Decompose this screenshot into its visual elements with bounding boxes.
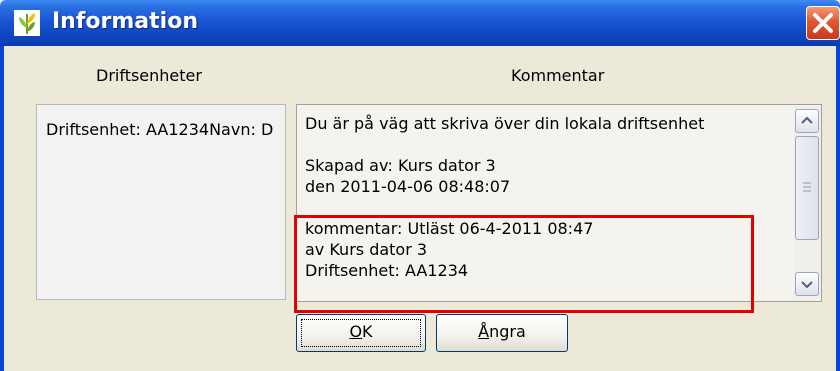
cancel-label-rest: ngra [489,322,526,341]
close-button[interactable] [806,6,840,40]
chevron-down-icon [801,281,813,289]
list-item[interactable]: Driftsenhet: AA1234Navn: D [46,120,273,139]
driftsenheter-list[interactable]: Driftsenhet: AA1234Navn: D [36,104,286,300]
vertical-scrollbar[interactable] [794,106,821,300]
chevron-up-icon [801,116,813,124]
window-title: Information [52,9,198,34]
ok-button[interactable]: OK [296,314,426,352]
title-bar[interactable]: Information [0,0,840,46]
comment-line: Du är på väg att skriva över din lokala … [305,114,705,133]
cancel-button[interactable]: Ångra [436,314,568,352]
comment-line [305,134,704,155]
scroll-down-button[interactable] [795,272,819,296]
window-frame-left [0,46,4,371]
scroll-up-button[interactable] [795,109,819,133]
highlight-box [294,215,754,313]
comment-line: Skapad av: Kurs dator 3 [305,156,496,175]
kommentar-header: Kommentar [511,66,605,85]
close-icon [813,13,833,33]
focus-rectangle [301,319,421,347]
wheat-leaf-icon [14,10,40,36]
driftsenheter-header: Driftsenheter [96,66,202,85]
comment-line: den 2011-04-06 08:48:07 [305,177,511,196]
information-dialog: Information Driftsenheter Kommentar Drif… [0,0,840,371]
grip-icon [803,182,811,192]
window-frame-right [836,46,840,371]
cancel-mnemonic: Å [478,322,490,341]
scroll-thumb[interactable] [795,136,819,240]
